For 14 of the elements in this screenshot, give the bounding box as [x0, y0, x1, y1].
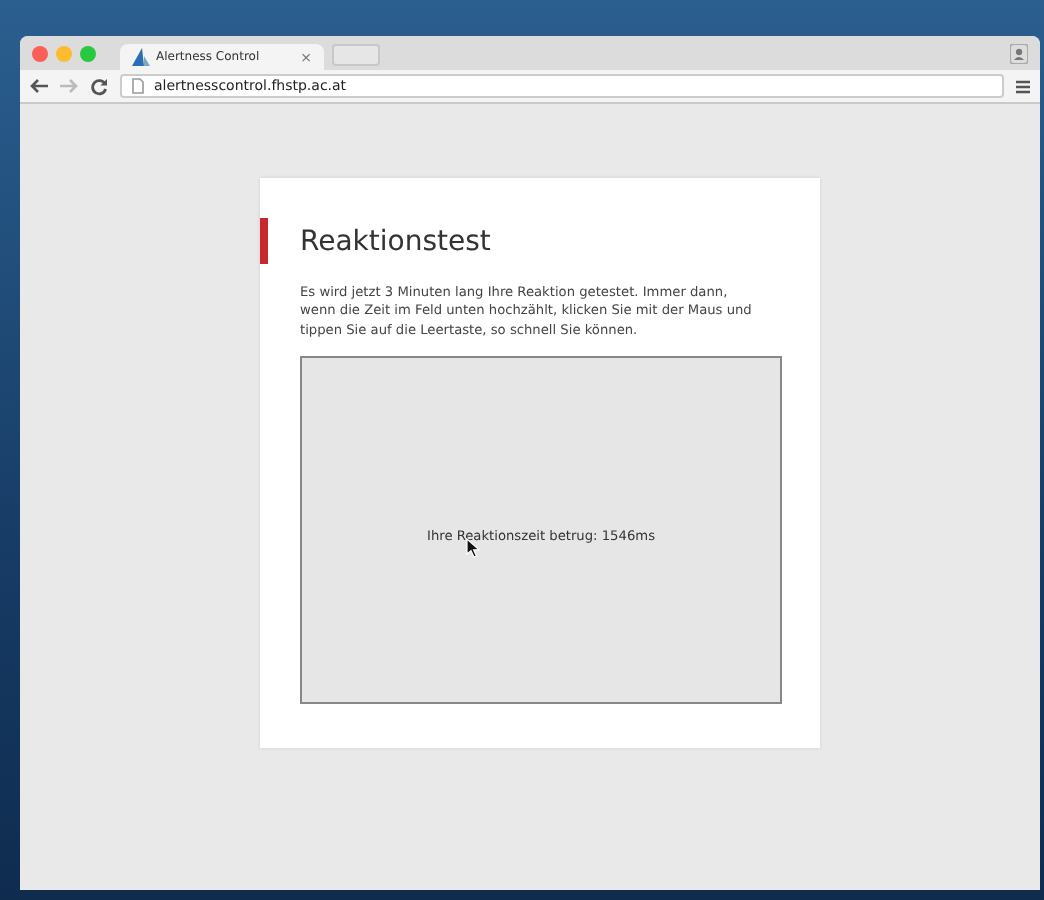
site-logo-icon	[132, 48, 150, 66]
new-tab-button[interactable]	[332, 44, 380, 66]
page-icon	[132, 78, 144, 94]
reload-icon[interactable]	[90, 77, 108, 95]
forward-icon[interactable]	[60, 78, 78, 94]
accent-bar	[260, 218, 268, 264]
close-window-icon[interactable]	[32, 45, 48, 61]
back-icon[interactable]	[30, 78, 48, 94]
page-heading: Reaktionstest	[300, 224, 491, 258]
maximize-window-icon[interactable]	[80, 45, 96, 61]
user-icon[interactable]	[1010, 44, 1028, 64]
menu-icon[interactable]	[1016, 79, 1030, 93]
mouse-cursor-icon	[466, 537, 480, 558]
minimize-window-icon[interactable]	[56, 45, 72, 61]
